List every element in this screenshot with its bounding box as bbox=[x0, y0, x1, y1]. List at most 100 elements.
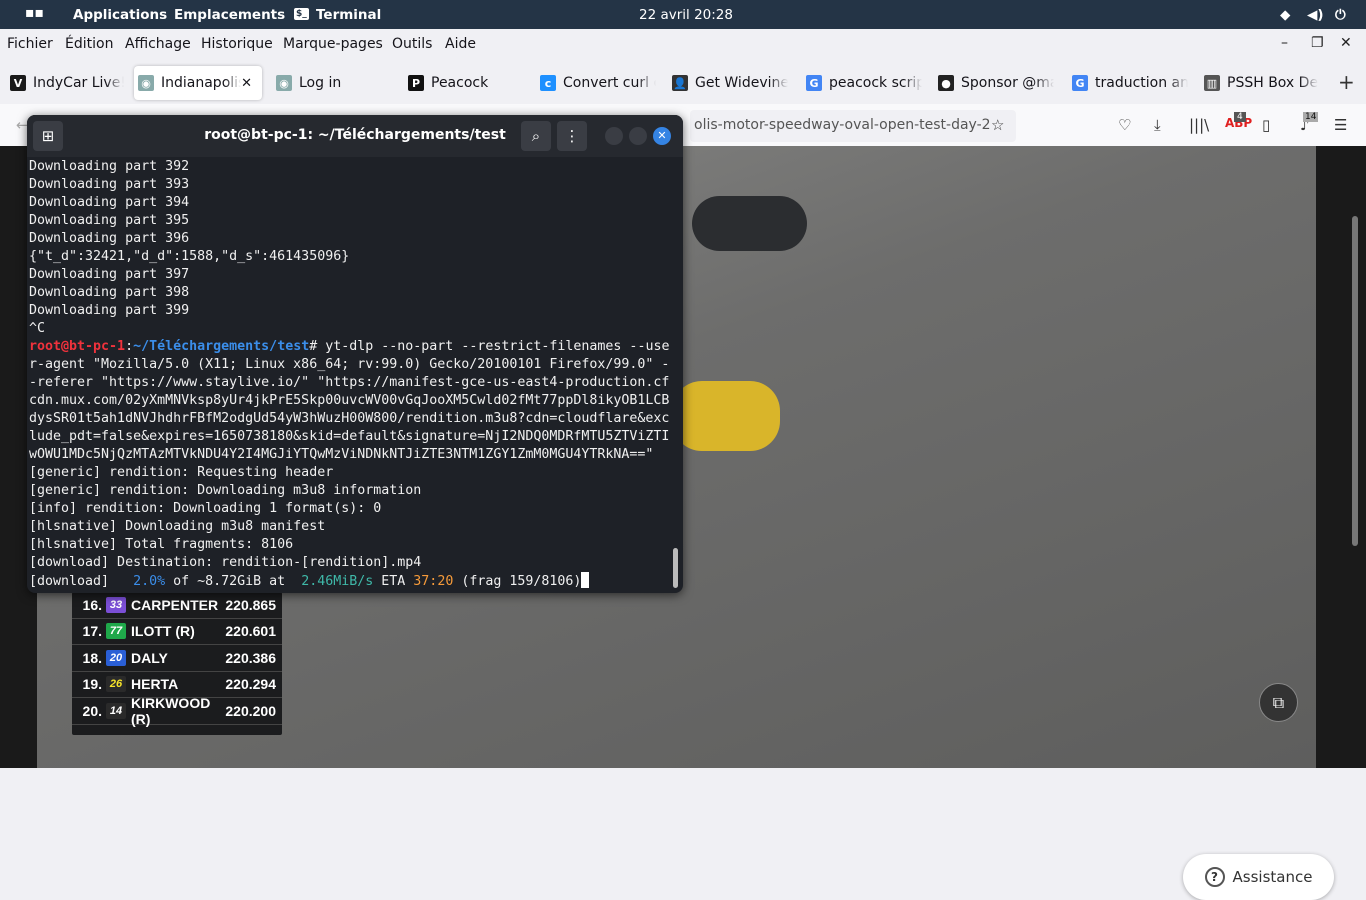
tab-favicon-icon: 👤 bbox=[672, 75, 688, 91]
library-icon[interactable]: |||\ bbox=[1189, 116, 1209, 134]
bookmark-star-icon[interactable]: ☆ bbox=[991, 116, 1004, 134]
clock[interactable]: 22 avril 20:28 bbox=[639, 7, 733, 23]
terminal-line: Downloading part 399 bbox=[29, 303, 190, 318]
prompt-path: ~/Téléchargements/test bbox=[133, 339, 310, 354]
menu-marque-pages[interactable]: Marque-pages bbox=[283, 36, 383, 52]
terminal-line: r-agent "Mozilla/5.0 (X11; Linux x86_64;… bbox=[29, 357, 670, 372]
maximize-button[interactable]: ❐ bbox=[1311, 35, 1324, 51]
volume-icon[interactable]: ◀) bbox=[1307, 7, 1324, 23]
terminal-line: Downloading part 397 bbox=[29, 267, 190, 282]
power-icon[interactable]: ⏻ bbox=[1335, 7, 1346, 23]
tab-favicon-icon: ● bbox=[938, 75, 954, 91]
tab-favicon-icon: G bbox=[806, 75, 822, 91]
assistance-label: Assistance bbox=[1232, 868, 1313, 886]
menu-affichage[interactable]: Affichage bbox=[125, 36, 191, 52]
close-tab-icon[interactable]: ✕ bbox=[241, 76, 252, 91]
tab-label: PSSH Box Dec bbox=[1227, 75, 1318, 91]
page-scrollbar[interactable] bbox=[1352, 216, 1358, 546]
url-text: olis-motor-speedway-oval-open-test-day-2 bbox=[694, 117, 991, 133]
prompt-command: # yt-dlp --no-part --restrict-filenames … bbox=[309, 339, 670, 354]
terminal-app-menu[interactable]: Terminal bbox=[316, 7, 381, 23]
race-car-black bbox=[692, 196, 807, 251]
picture-in-picture-button[interactable]: ⧉ bbox=[1259, 683, 1298, 722]
tab-9[interactable]: ▥ PSSH Box Dec bbox=[1200, 66, 1318, 100]
terminal-window[interactable]: ⊞ root@bt-pc-1: ~/Téléchargements/test ⌕… bbox=[27, 115, 683, 593]
progress-size: of ~8.72GiB at bbox=[165, 574, 302, 589]
terminal-line: -referer "https://www.staylive.io/" "htt… bbox=[29, 375, 670, 390]
terminal-line: wOWU1MDc5NjQzMTAzMTVkNDU4Y2I4MGJiYTQwMzV… bbox=[29, 447, 654, 462]
tab-favicon-icon: V bbox=[10, 75, 26, 91]
url-bar[interactable]: olis-motor-speedway-oval-open-test-day-2 bbox=[690, 110, 1016, 142]
position: 18. bbox=[82, 649, 102, 666]
tab-label: Peacock bbox=[431, 75, 489, 91]
new-tab-button[interactable]: + bbox=[1338, 70, 1355, 94]
close-window-button[interactable]: ✕ bbox=[1340, 35, 1352, 51]
search-icon[interactable]: ⌕ bbox=[521, 121, 551, 151]
tab-4[interactable]: c Convert curl c bbox=[536, 66, 656, 100]
tab-favicon-icon: ▥ bbox=[1204, 75, 1220, 91]
terminal-line: [generic] rendition: Requesting header bbox=[29, 465, 334, 480]
assistance-button[interactable]: ? Assistance bbox=[1183, 854, 1334, 900]
close-icon[interactable]: ✕ bbox=[653, 127, 671, 145]
tab-label: Indianapolis bbox=[161, 75, 241, 91]
activities-grid-icon[interactable]: ▪▪ bbox=[25, 5, 44, 21]
driver-name: ILOTT (R) bbox=[131, 623, 195, 640]
car-number: 33 bbox=[106, 596, 126, 613]
terminal-output[interactable]: Downloading part 392 Downloading part 39… bbox=[27, 157, 683, 592]
tab-favicon-icon: P bbox=[408, 75, 424, 91]
gnome-top-bar: ▪▪ Applications Emplacements $_ Terminal… bbox=[0, 0, 1366, 29]
tab-2[interactable]: ◉ Log in bbox=[272, 66, 392, 100]
tab-6[interactable]: Gpeacock script bbox=[802, 66, 922, 100]
wifi-icon[interactable]: ◆ bbox=[1280, 7, 1290, 23]
minimize-button[interactable]: – bbox=[1281, 35, 1288, 51]
minimize-dot[interactable] bbox=[605, 127, 623, 145]
terminal-line: [generic] rendition: Downloading m3u8 in… bbox=[29, 483, 422, 498]
driver-name: KIRKWOOD (R) bbox=[131, 694, 211, 727]
terminal-line: Downloading part 395 bbox=[29, 213, 190, 228]
car-number: 20 bbox=[106, 649, 126, 666]
menu-aide[interactable]: Aide bbox=[445, 36, 476, 52]
tab-label: traduction anglais bbox=[1095, 75, 1188, 91]
position: 16. bbox=[82, 596, 102, 613]
tab-5[interactable]: 👤 Get Widevine bbox=[668, 66, 788, 100]
places-menu[interactable]: Emplacements bbox=[174, 7, 285, 23]
driver-name: DALY bbox=[131, 649, 168, 666]
tab-1[interactable]: ◉ Indianapolis ✕ bbox=[134, 66, 262, 100]
tab-3[interactable]: P Peacock bbox=[404, 66, 524, 100]
menu-historique[interactable]: Historique bbox=[201, 36, 273, 52]
applications-menu[interactable]: Applications bbox=[73, 7, 167, 23]
maximize-dot[interactable] bbox=[629, 127, 647, 145]
tab-label: peacock script bbox=[829, 75, 922, 91]
terminal-line: lude_pdt=false&expires=1650738180&skid=d… bbox=[29, 429, 670, 444]
menu-outils[interactable]: Outils bbox=[392, 36, 432, 52]
prompt-user: root@bt-pc-1 bbox=[29, 339, 126, 354]
hamburger-menu-icon[interactable]: ☰ bbox=[1334, 116, 1347, 134]
tab-label: Get Widevine bbox=[695, 75, 788, 91]
help-icon: ? bbox=[1204, 867, 1225, 887]
terminal-cursor bbox=[581, 572, 590, 588]
position: 17. bbox=[82, 623, 102, 640]
tab-8[interactable]: Gtraduction anglais bbox=[1068, 66, 1188, 100]
terminal-line: [hlsnative] Total fragments: 8106 bbox=[29, 537, 294, 552]
progress-prefix: [download] bbox=[29, 574, 134, 589]
menu-kebab-icon[interactable]: ⋮ bbox=[557, 121, 587, 151]
tab-label: IndyCar Live! bbox=[33, 75, 124, 91]
menu-fichier[interactable]: Fichier bbox=[7, 36, 53, 52]
downloads-icon[interactable]: ⤓ bbox=[1154, 116, 1161, 134]
car-number: 26 bbox=[106, 676, 126, 693]
race-car-yellow bbox=[672, 381, 780, 451]
terminal-scrollbar[interactable] bbox=[673, 548, 678, 588]
tab-favicon-icon: c bbox=[540, 75, 556, 91]
tab-favicon-icon: G bbox=[1072, 75, 1088, 91]
progress-eta: 37:20 bbox=[413, 574, 454, 589]
pocket-icon[interactable]: ♡ bbox=[1118, 116, 1131, 134]
leaderboard-row: 20. 14 KIRKWOOD (R) 220.200 bbox=[72, 694, 282, 727]
progress-eta-label: ETA bbox=[373, 574, 414, 589]
tab-favicon-icon: ◉ bbox=[138, 75, 154, 91]
adblock-badge: 4 bbox=[1234, 112, 1246, 122]
menu-edition[interactable]: Édition bbox=[65, 36, 113, 52]
progress-speed: 2.46MiB/s bbox=[301, 574, 374, 589]
tab-0[interactable]: V IndyCar Live! bbox=[6, 66, 124, 100]
sidebar-icon[interactable]: ▯ bbox=[1262, 116, 1270, 134]
tab-7[interactable]: ● Sponsor @ma bbox=[934, 66, 1054, 100]
